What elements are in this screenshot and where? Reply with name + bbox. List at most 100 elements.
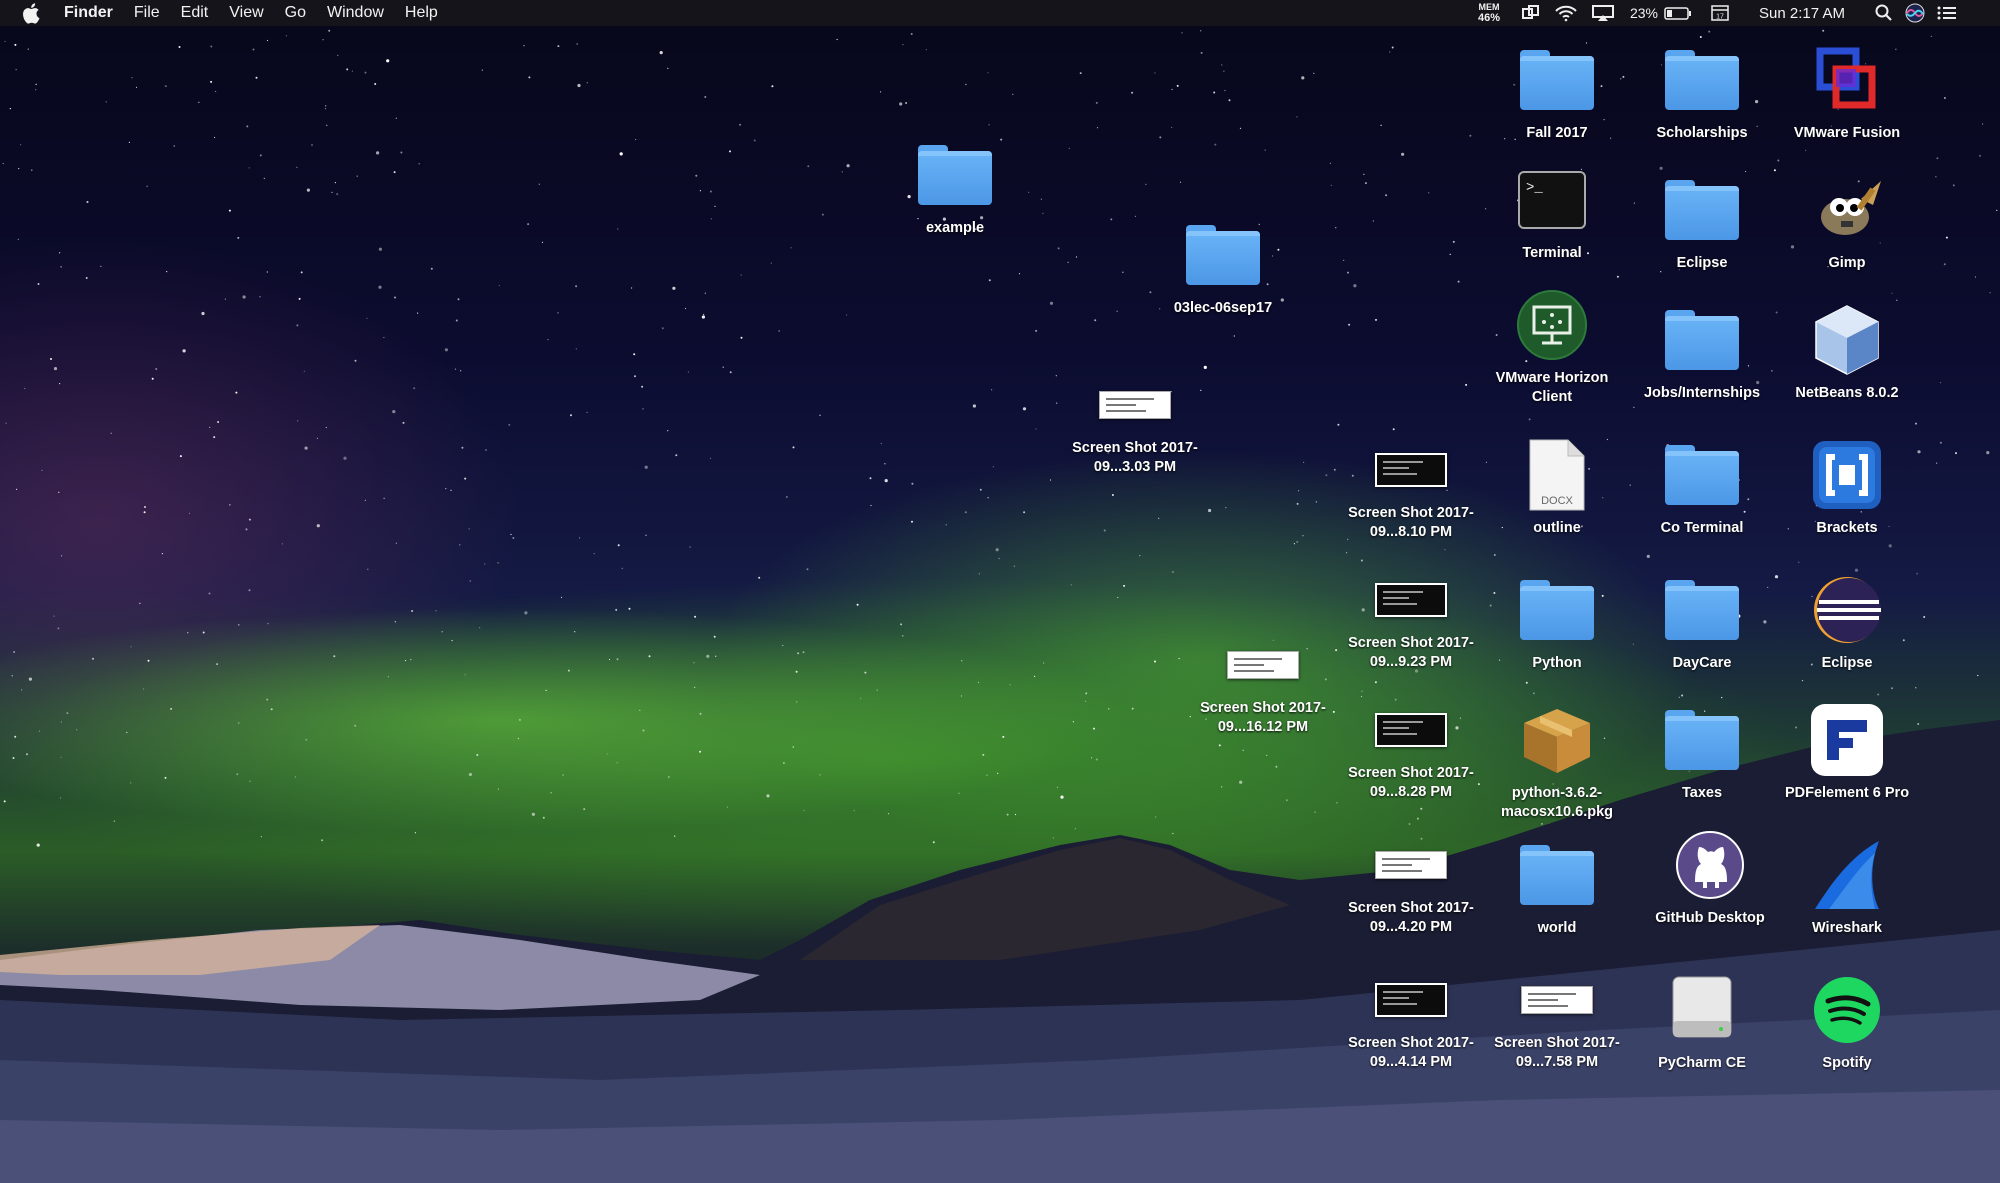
desktop-item-brackets[interactable]: Brackets xyxy=(1772,435,1922,538)
desktop-item-python[interactable]: Python xyxy=(1482,570,1632,673)
status-area: MEM 46% 23% 17 Sun 2:17 AM xyxy=(1400,0,2000,26)
svg-text:>_: >_ xyxy=(1526,180,1543,196)
desktop-item-label: NetBeans 8.0.2 xyxy=(1795,385,1899,401)
desktop-item-screen-shot-2017-09-4-20-pm[interactable]: Screen Shot 2017-09...4.20 PM xyxy=(1336,835,1486,937)
apple-icon[interactable] xyxy=(22,2,42,24)
mem-value: 46% xyxy=(1477,12,1501,24)
desktop-item-fall-2017[interactable]: Fall 2017 xyxy=(1482,40,1632,143)
screenshot-thumbnail-icon xyxy=(1375,983,1447,1017)
desktop-item-screen-shot-2017-09-7-58-pm[interactable]: Screen Shot 2017-09...7.58 PM xyxy=(1482,970,1632,1072)
desktop-item-screen-shot-2017-09-16-12-pm[interactable]: Screen Shot 2017-09...16.12 PM xyxy=(1188,635,1338,737)
terminal-icon: >_ xyxy=(1518,171,1586,229)
desktop-item-example[interactable]: example xyxy=(880,135,1030,238)
screenshot-thumbnail-icon xyxy=(1375,583,1447,617)
menu-finder[interactable]: Finder xyxy=(64,4,113,22)
desktop-item-pdfelement-6-pro[interactable]: PDFelement 6 Pro xyxy=(1772,700,1922,803)
desktop-item-terminal[interactable]: >_ Terminal xyxy=(1477,160,1627,263)
desktop-item-label: Fall 2017 xyxy=(1526,125,1588,141)
desktop-item-glyph xyxy=(1662,170,1742,250)
airplay-icon[interactable] xyxy=(1592,0,1614,26)
desktop-item-03lec-06sep17[interactable]: 03lec-06sep17 xyxy=(1148,215,1298,318)
desktop-item-label: VMware Horizon Client xyxy=(1495,370,1609,405)
desktop-item-screen-shot-2017-09-3-03-pm[interactable]: Screen Shot 2017-09...3.03 PM xyxy=(1060,375,1210,477)
desktop-item-glyph xyxy=(1807,435,1887,515)
menu-go[interactable]: Go xyxy=(285,4,306,22)
desktop-item-label: Terminal xyxy=(1522,245,1582,261)
desktop-item-glyph xyxy=(1371,835,1451,895)
desktop-item-github-desktop[interactable]: GitHub Desktop xyxy=(1635,825,1785,928)
desktop-item-glyph xyxy=(1662,970,1742,1050)
desktop-item-glyph xyxy=(1517,700,1597,780)
desktop-item-glyph xyxy=(1371,440,1451,500)
desktop-item-wireshark[interactable]: Wireshark xyxy=(1772,835,1922,938)
screenshot-thumbnail-icon xyxy=(1099,391,1171,419)
desktop-item-daycare[interactable]: DayCare xyxy=(1627,570,1777,673)
desktop-item-screen-shot-2017-09-9-23-pm[interactable]: Screen Shot 2017-09...9.23 PM xyxy=(1336,570,1486,672)
battery-icon[interactable] xyxy=(1664,0,1692,26)
desktop-item-spotify[interactable]: Spotify xyxy=(1772,970,1922,1073)
drive-icon xyxy=(1672,976,1732,1038)
desktop-item-vmware-fusion[interactable]: VMware Fusion xyxy=(1772,40,1922,143)
desktop-item-glyph xyxy=(1670,825,1750,905)
desktop-item-glyph xyxy=(1662,40,1742,120)
desktop-item-label: python-3.6.2-macosx10.6.pkg xyxy=(1500,785,1614,820)
wifi-icon[interactable] xyxy=(1554,0,1578,26)
desktop-item-glyph xyxy=(1517,40,1597,120)
screen-mirroring-icon[interactable] xyxy=(1522,0,1540,26)
desktop-item-label: Eclipse xyxy=(1676,255,1728,271)
desktop-item-eclipse[interactable]: Eclipse xyxy=(1627,170,1777,273)
desktop-item-label: Taxes xyxy=(1681,785,1723,801)
desktop-item-outline[interactable]: DOCX outline xyxy=(1482,435,1632,538)
desktop-item-glyph xyxy=(1512,285,1592,365)
desktop-item-co-terminal[interactable]: Co Terminal xyxy=(1627,435,1777,538)
desktop-item-taxes[interactable]: Taxes xyxy=(1627,700,1777,803)
siri-icon[interactable] xyxy=(1904,0,1926,26)
spotlight-icon[interactable] xyxy=(1874,0,1894,26)
desktop-item-label: Screen Shot 2017-09...9.23 PM xyxy=(1348,635,1474,670)
folder-icon xyxy=(1520,50,1594,110)
desktop-item-glyph xyxy=(1517,835,1597,915)
folder-icon xyxy=(1520,580,1594,640)
desktop-item-glyph xyxy=(1807,700,1887,780)
menu-clock[interactable]: Sun 2:17 AM xyxy=(1752,0,1852,26)
desktop-item-glyph xyxy=(1371,970,1451,1030)
desktop-item-screen-shot-2017-09-4-14-pm[interactable]: Screen Shot 2017-09...4.14 PM xyxy=(1336,970,1486,1072)
desktop-item-label: world xyxy=(1537,920,1577,936)
calendar-icon[interactable]: 17 xyxy=(1710,0,1730,26)
desktop-item-glyph xyxy=(1662,435,1742,515)
desktop-item-world[interactable]: world xyxy=(1482,835,1632,938)
desktop-item-label: Screen Shot 2017-09...4.14 PM xyxy=(1348,1035,1474,1070)
desktop-item-pycharm-ce[interactable]: PyCharm CE xyxy=(1627,970,1777,1073)
desktop-item-label: Python xyxy=(1532,655,1582,671)
desktop-item-glyph xyxy=(1807,570,1887,650)
desktop-item-python-3-6-2-macosx10-6-pkg[interactable]: python-3.6.2-macosx10.6.pkg xyxy=(1482,700,1632,822)
desktop-item-scholarships[interactable]: Scholarships xyxy=(1627,40,1777,143)
screenshot-thumbnail-icon xyxy=(1227,651,1299,679)
desktop-item-screen-shot-2017-09-8-28-pm[interactable]: Screen Shot 2017-09...8.28 PM xyxy=(1336,700,1486,802)
desktop-item-netbeans-8-0-2[interactable]: NetBeans 8.0.2 xyxy=(1772,300,1922,403)
battery-percent[interactable]: 23% xyxy=(1626,0,1662,26)
menu-help[interactable]: Help xyxy=(405,4,438,22)
mem-monitor-icon[interactable]: MEM 46% xyxy=(1472,0,1506,26)
desktop-item-vmware-horizon-client[interactable]: VMware Horizon Client xyxy=(1477,285,1627,407)
desktop-item-label: Gimp xyxy=(1828,255,1866,271)
desktop-item-eclipse[interactable]: Eclipse xyxy=(1772,570,1922,673)
folder-icon xyxy=(1665,50,1739,110)
screenshot-thumbnail-icon xyxy=(1375,713,1447,747)
folder-icon xyxy=(1665,180,1739,240)
menu-bar: Finder File Edit View Go Window Help MEM… xyxy=(0,0,2000,26)
menu-window[interactable]: Window xyxy=(327,4,384,22)
gimp-icon xyxy=(1821,181,1881,235)
package-icon xyxy=(1524,709,1590,773)
desktop-item-screen-shot-2017-09-8-10-pm[interactable]: Screen Shot 2017-09...8.10 PM xyxy=(1336,440,1486,542)
desktop-item-gimp[interactable]: Gimp xyxy=(1772,170,1922,273)
menu-file[interactable]: File xyxy=(134,4,160,22)
pdfelement-icon xyxy=(1811,704,1883,776)
desktop-item-glyph xyxy=(1223,635,1303,695)
folder-icon xyxy=(1665,580,1739,640)
notification-center-icon[interactable] xyxy=(1936,0,1958,26)
desktop-item-jobs-internships[interactable]: Jobs/Internships xyxy=(1627,300,1777,403)
desktop-item-label: GitHub Desktop xyxy=(1655,910,1765,926)
menu-edit[interactable]: Edit xyxy=(181,4,209,22)
menu-view[interactable]: View xyxy=(229,4,263,22)
